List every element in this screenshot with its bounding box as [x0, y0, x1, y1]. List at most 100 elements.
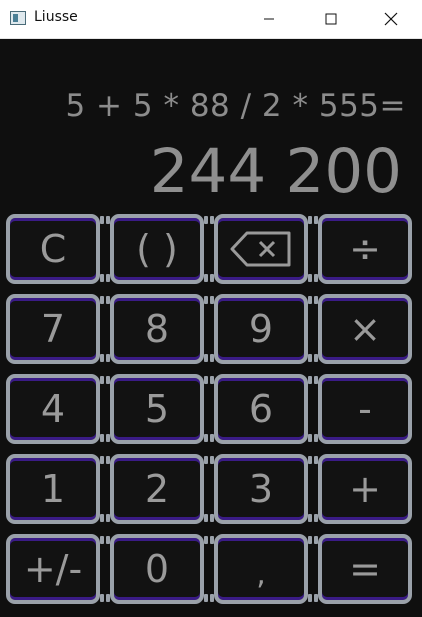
key-connector: [100, 434, 104, 442]
key-label: 9: [248, 307, 274, 351]
key-connector: [100, 594, 104, 602]
key-connector: [100, 354, 104, 362]
key-connector: [106, 456, 110, 464]
key-connector: [100, 274, 104, 282]
key-connector: [210, 376, 214, 384]
key-connector: [204, 216, 208, 224]
key-connector: [314, 594, 318, 602]
key-connector: [314, 434, 318, 442]
key-connector: [204, 296, 208, 304]
digit-8-button[interactable]: 8: [110, 294, 204, 364]
key-connector: [100, 536, 104, 544]
negate-button[interactable]: +/-: [6, 534, 100, 604]
minimize-button[interactable]: [246, 0, 292, 38]
key-connector: [106, 434, 110, 442]
key-label: -: [358, 387, 372, 431]
expression-display: 5 + 5 * 88 / 2 * 555=: [65, 88, 406, 124]
key-connector: [308, 274, 312, 282]
key-connector: [210, 296, 214, 304]
close-button[interactable]: [368, 0, 414, 38]
minus-button[interactable]: -: [318, 374, 412, 444]
key-label: 5: [144, 387, 170, 431]
key-connector: [210, 216, 214, 224]
key-connector: [204, 456, 208, 464]
key-connector: [204, 536, 208, 544]
key-connector: [204, 274, 208, 282]
key-label: 0: [144, 547, 170, 591]
key-connector: [308, 216, 312, 224]
key-connector: [106, 216, 110, 224]
clear-button[interactable]: C: [6, 214, 100, 284]
key-connector: [100, 216, 104, 224]
key-label: 7: [40, 307, 66, 351]
key-connector: [106, 354, 110, 362]
key-connector: [210, 594, 214, 602]
digit-3-button[interactable]: 3: [214, 454, 308, 524]
title-bar: Liusse: [0, 0, 422, 39]
digit-4-button[interactable]: 4: [6, 374, 100, 444]
key-connector: [204, 376, 208, 384]
plus-button[interactable]: +: [318, 454, 412, 524]
key-connector: [314, 216, 318, 224]
backspace-button[interactable]: [214, 214, 308, 284]
key-connector: [210, 354, 214, 362]
key-label: =: [349, 547, 381, 591]
key-connector: [100, 514, 104, 522]
key-connector: [308, 536, 312, 544]
key-label: 2: [144, 467, 170, 511]
key-connector: [308, 434, 312, 442]
key-label: 4: [40, 387, 66, 431]
key-connector: [106, 296, 110, 304]
digit-7-button[interactable]: 7: [6, 294, 100, 364]
key-connector: [204, 434, 208, 442]
key-connector: [314, 274, 318, 282]
digit-9-button[interactable]: 9: [214, 294, 308, 364]
maximize-icon: [325, 13, 337, 25]
decimal-button[interactable]: ,: [214, 534, 308, 604]
key-connector: [314, 354, 318, 362]
key-connector: [100, 296, 104, 304]
key-connector: [204, 514, 208, 522]
key-label: +: [349, 467, 381, 511]
key-connector: [308, 376, 312, 384]
digit-6-button[interactable]: 6: [214, 374, 308, 444]
key-connector: [210, 536, 214, 544]
key-label: 3: [248, 467, 274, 511]
digit-1-button[interactable]: 1: [6, 454, 100, 524]
key-label: ÷: [349, 227, 381, 271]
parentheses-button[interactable]: ( ): [110, 214, 204, 284]
window-title: Liusse: [34, 9, 78, 25]
key-connector: [210, 274, 214, 282]
equals-button[interactable]: =: [318, 534, 412, 604]
key-connector: [314, 456, 318, 464]
app-icon: [10, 11, 26, 25]
multiply-button[interactable]: ×: [318, 294, 412, 364]
divide-button[interactable]: ÷: [318, 214, 412, 284]
result-display: 244 200: [149, 136, 402, 207]
key-connector: [106, 514, 110, 522]
key-connector: [106, 594, 110, 602]
key-connector: [314, 514, 318, 522]
key-connector: [308, 354, 312, 362]
keypad: C ( ) ÷ 7 8 9 × 4 5 6 - 1 2 3 + +/- 0, =: [0, 212, 422, 617]
key-connector: [308, 296, 312, 304]
key-connector: [100, 376, 104, 384]
digit-0-button[interactable]: 0: [110, 534, 204, 604]
key-connector: [308, 514, 312, 522]
key-label: ×: [349, 307, 381, 351]
minimize-icon: [264, 18, 274, 20]
key-connector: [204, 354, 208, 362]
digit-5-button[interactable]: 5: [110, 374, 204, 444]
key-connector: [204, 594, 208, 602]
key-connector: [106, 536, 110, 544]
key-label: C: [39, 227, 67, 271]
maximize-button[interactable]: [308, 0, 354, 38]
key-connector: [100, 456, 104, 464]
key-connector: [308, 456, 312, 464]
key-connector: [106, 376, 110, 384]
key-connector: [210, 434, 214, 442]
digit-2-button[interactable]: 2: [110, 454, 204, 524]
key-label: 8: [144, 307, 170, 351]
backspace-icon: [230, 231, 291, 267]
key-connector: [314, 296, 318, 304]
